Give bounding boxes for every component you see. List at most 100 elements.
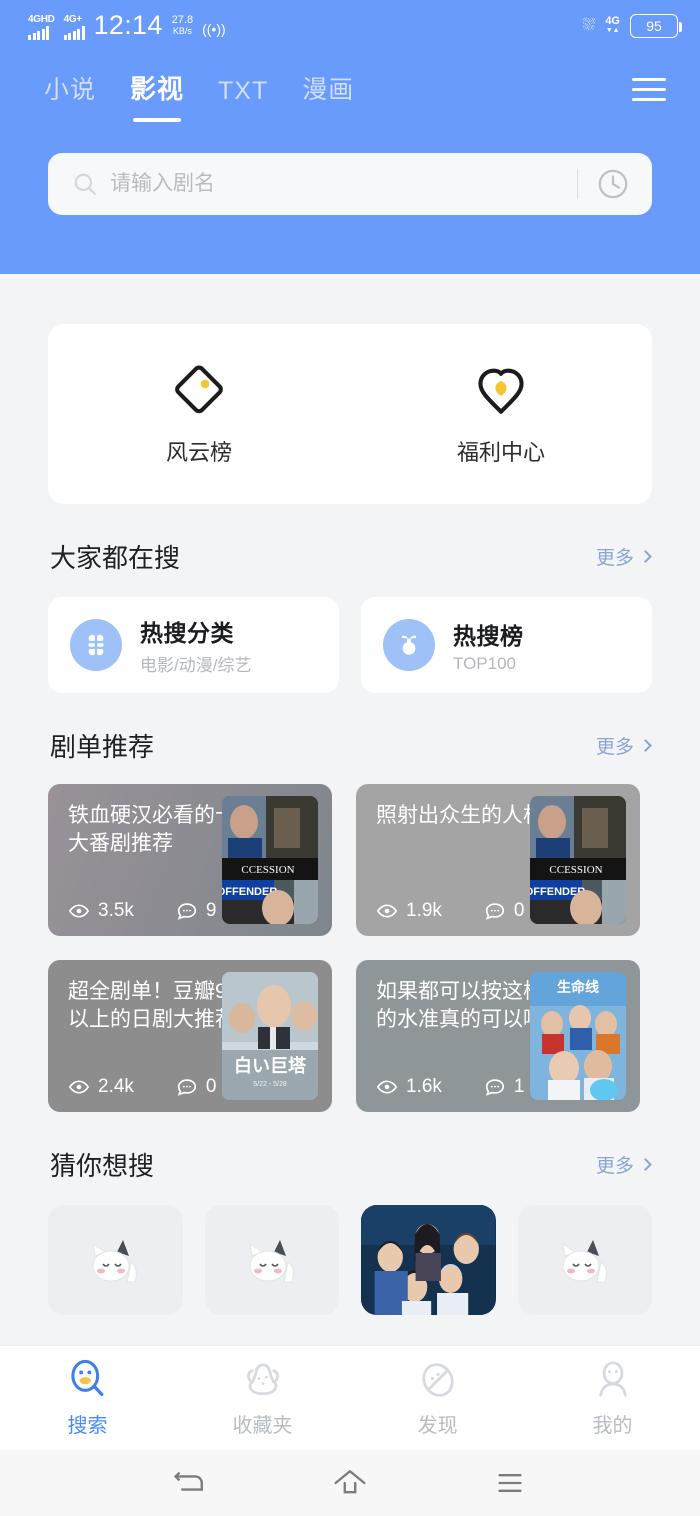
- hotspot-icon: ((•)): [202, 21, 226, 37]
- drama-list-grid: 铁血硬汉必看的十大番剧推荐 3.5k 9 CCESSION OFFENDER 照…: [48, 784, 652, 1112]
- hot-search-rank-card[interactable]: 热搜榜 TOP100: [361, 597, 652, 693]
- drama-card[interactable]: 超全剧单！豆瓣9.0以上的日剧大推荐 2.4k 0 白い巨塔 5/22 - 5/…: [48, 960, 332, 1112]
- section-header-hot-search: 大家都在搜 更多: [50, 538, 652, 575]
- network-speed: 27.8 KB/s: [172, 15, 193, 40]
- tab-novel[interactable]: 小说: [44, 70, 96, 110]
- guess-tile-placeholder[interactable]: [48, 1205, 183, 1315]
- home-icon[interactable]: [330, 1466, 370, 1500]
- comment-count-value: 1: [513, 1076, 525, 1097]
- search-input[interactable]: [110, 172, 571, 196]
- cat-placeholder-icon: [249, 1240, 294, 1283]
- quick-entry-welfare[interactable]: 福利中心: [350, 361, 652, 467]
- eye-icon: [376, 904, 398, 918]
- eye-icon: [376, 1080, 398, 1094]
- svg-text:5/22 - 5/28: 5/22 - 5/28: [253, 1081, 287, 1088]
- chevron-right-icon: [639, 550, 652, 563]
- svg-text:生命线: 生命线: [557, 979, 599, 995]
- history-clock-icon[interactable]: [596, 167, 630, 201]
- profile-person-icon: [598, 1361, 627, 1397]
- more-link-hot-search[interactable]: 更多: [595, 543, 652, 570]
- four-petal-icon: [70, 619, 122, 671]
- hot-search-category-texts: 热搜分类 电影/动漫/综艺: [140, 614, 251, 676]
- comment-icon: [177, 903, 196, 920]
- comment-count: 0: [176, 1076, 217, 1098]
- gift-welfare-icon: [478, 368, 524, 414]
- anime-poster-thumb: [361, 1205, 496, 1315]
- quick-entry-welfare-label: 福利中心: [456, 440, 545, 465]
- tag-icon: [175, 365, 223, 414]
- trophy-icon: [383, 619, 435, 671]
- comment-icon: [177, 1079, 196, 1096]
- section-title-guess-search: 猜你想搜: [50, 1151, 155, 1181]
- guess-tile-placeholder[interactable]: [517, 1205, 652, 1315]
- drama-card[interactable]: 如果都可以按这样的水准真的可以哦 1.6k 1 生命线: [356, 960, 640, 1112]
- network-speed-unit: KB/s: [172, 26, 192, 36]
- cat-placeholder-icon: [92, 1240, 138, 1283]
- header-tabs-row: 小说 影视 TXT 漫画: [0, 52, 700, 126]
- more-label-guess-search: 更多: [595, 1156, 634, 1177]
- svg-text:白い巨塔: 白い巨塔: [234, 1055, 307, 1076]
- chevron-right-icon: [639, 739, 652, 752]
- view-count-value: 1.9k: [406, 900, 442, 921]
- page-content: 风云榜 福利中心 大家都在搜 更多 热搜分类 电影/动漫/综艺 热搜榜 TOP1…: [0, 274, 700, 1345]
- tab-comic[interactable]: 漫画: [302, 70, 354, 110]
- comment-count-value: 0: [513, 900, 525, 921]
- comment-icon: [485, 1079, 504, 1096]
- search-face-icon: [70, 1359, 103, 1397]
- hot-search-category-card[interactable]: 热搜分类 电影/动漫/综艺: [48, 597, 339, 693]
- category-tabs: 小说 影视 TXT 漫画: [44, 69, 354, 110]
- view-count: 1.9k: [376, 900, 442, 922]
- view-count: 2.4k: [68, 1076, 134, 1098]
- hamburger-menu-icon[interactable]: [626, 72, 672, 107]
- more-link-drama-list[interactable]: 更多: [596, 732, 652, 759]
- sim1-network-label: 4GHD: [28, 14, 55, 25]
- drama-card[interactable]: 照射出众生的人相 1.9k 0 CCESSION OFFENDER: [356, 784, 640, 936]
- comment-count: 9: [176, 900, 217, 922]
- hot-search-category-subtitle: 电影/动漫/综艺: [140, 656, 252, 675]
- battery-percent: 95: [646, 18, 662, 34]
- system-navigation-bar: [0, 1450, 700, 1516]
- nav-item-profile[interactable]: 我的: [525, 1358, 700, 1438]
- app-header: 4GHD 4G+ 12:14 27.8 KB/s ((•)) ⛆ 4G ▼▲ 9…: [0, 0, 700, 274]
- data-arrows-icon: ▼▲: [605, 27, 620, 34]
- drama-card-thumbnail: CCESSION OFFENDER: [530, 796, 626, 924]
- nav-item-search[interactable]: 搜索: [0, 1358, 175, 1438]
- more-link-guess-search[interactable]: 更多: [595, 1151, 652, 1178]
- drama-card-thumbnail: CCESSION OFFENDER: [222, 796, 318, 924]
- nav-label-profile: 我的: [592, 1415, 633, 1437]
- nav-label-discover: 发现: [417, 1415, 458, 1437]
- quick-entry-ranking-label: 风云榜: [165, 440, 232, 465]
- nav-label-search: 搜索: [67, 1415, 108, 1437]
- cat-placeholder-icon: [562, 1240, 607, 1283]
- vibrate-icon: ⛆: [582, 17, 596, 34]
- battery-indicator: 95: [630, 14, 682, 38]
- guess-tile-loaded[interactable]: [361, 1205, 496, 1315]
- status-bar-left: 4GHD 4G+ 12:14 27.8 KB/s ((•)): [28, 12, 226, 40]
- section-header-drama-list: 剧单推荐 更多: [50, 727, 652, 764]
- search-bar[interactable]: [48, 153, 652, 215]
- sim2-signal: 4G+: [63, 15, 85, 40]
- comment-icon: [485, 903, 504, 920]
- sim1-signal-bars-icon: [28, 26, 49, 40]
- search-area: [0, 126, 700, 215]
- discover-planet-icon: [421, 1363, 454, 1397]
- nav-item-discover[interactable]: 发现: [350, 1358, 525, 1438]
- back-icon[interactable]: [170, 1466, 210, 1500]
- quick-entry-ranking[interactable]: 风云榜: [48, 361, 350, 467]
- more-label-hot-search: 更多: [595, 548, 634, 569]
- hot-search-rank-title: 热搜榜: [453, 622, 524, 649]
- favorites-paw-icon: [246, 1363, 279, 1396]
- eye-icon: [68, 904, 90, 918]
- status-bar-right: ⛆ 4G ▼▲ 95: [582, 14, 682, 38]
- drama-card[interactable]: 铁血硬汉必看的十大番剧推荐 3.5k 9 CCESSION OFFENDER: [48, 784, 332, 936]
- view-count: 1.6k: [376, 1076, 442, 1098]
- tab-video[interactable]: 影视: [130, 69, 184, 110]
- nav-item-favorites[interactable]: 收藏夹: [175, 1358, 350, 1438]
- comment-count: 1: [484, 1076, 525, 1098]
- quick-entries-card: 风云榜 福利中心: [48, 324, 652, 504]
- tab-txt[interactable]: TXT: [218, 77, 268, 110]
- mobile-data-icon: 4G ▼▲: [605, 16, 620, 36]
- eye-icon: [68, 1080, 90, 1094]
- guess-tile-placeholder[interactable]: [204, 1205, 339, 1315]
- recents-icon[interactable]: [490, 1466, 530, 1500]
